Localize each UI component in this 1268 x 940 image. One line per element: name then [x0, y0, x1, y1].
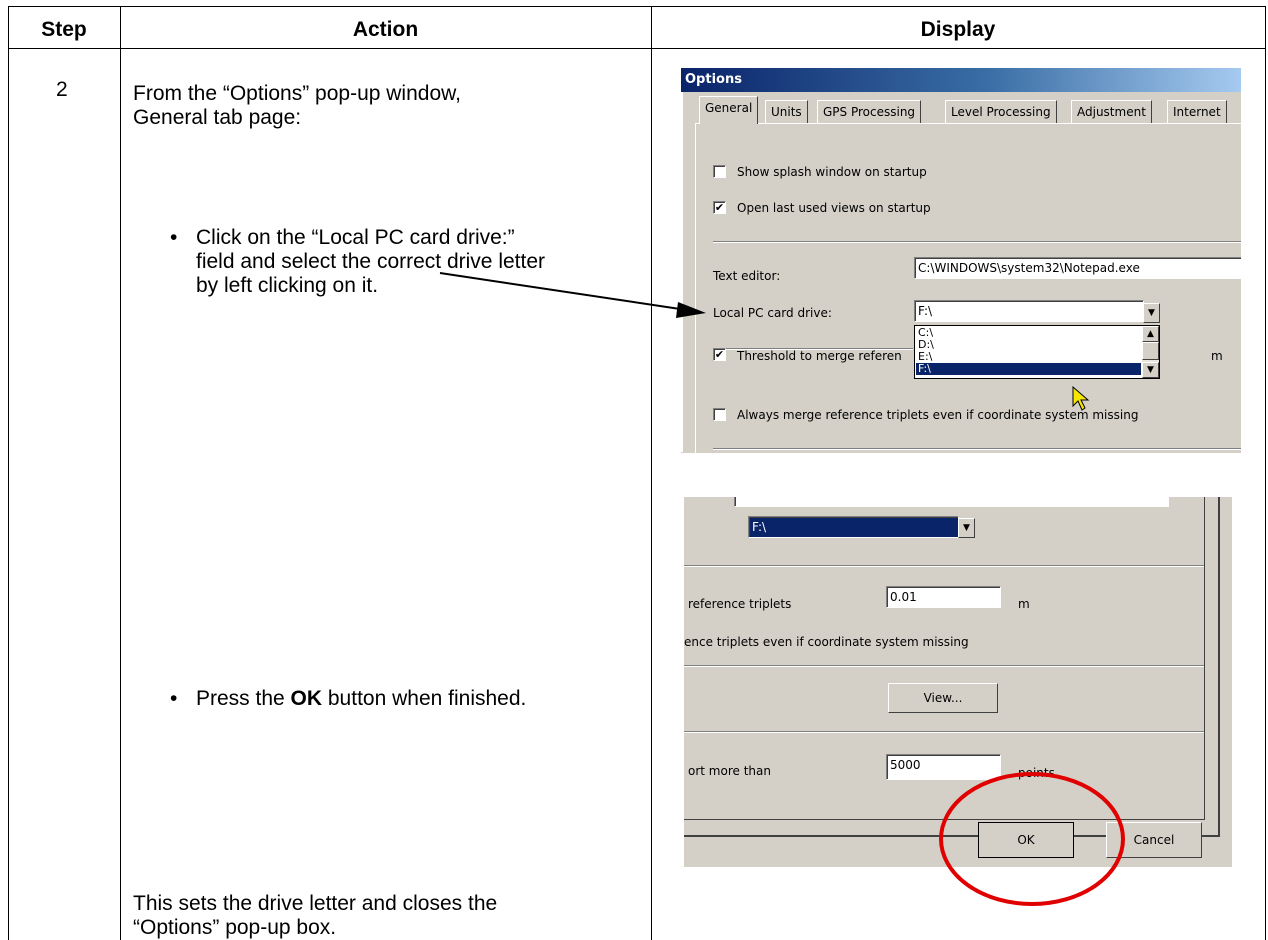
table-top-border	[8, 6, 1266, 7]
dropdown-arrow-icon[interactable]: ▼	[958, 518, 975, 538]
scroll-down-icon[interactable]: ▼	[1142, 362, 1159, 378]
report-value-field[interactable]: 5000	[886, 754, 1001, 780]
separator-2	[684, 665, 1204, 667]
drive-select-selected[interactable]: F:\	[748, 516, 959, 538]
threshold-unit: m	[1211, 349, 1223, 363]
closing-line2: “Options” pop-up box.	[133, 916, 337, 939]
table-border-right	[1265, 6, 1266, 940]
drive-option-c[interactable]: C:\	[916, 327, 1141, 339]
text-editor-field[interactable]: C:\WINDOWS\system32\Notepad.exe	[914, 257, 1241, 279]
closing-line1: This sets the drive letter and closes th…	[133, 892, 498, 915]
bullet2-suffix: button when finished.	[322, 687, 527, 710]
table-divider-action	[651, 6, 652, 940]
panel-bottom-edge	[684, 819, 1205, 820]
dialog-titlebar: Options	[681, 68, 1241, 92]
dialog-left-edge	[681, 92, 683, 452]
ok-button[interactable]: OK	[978, 822, 1074, 858]
bullet1-line1: Click on the “Local PC card drive:”	[196, 226, 515, 249]
drive-label: Local PC card drive:	[713, 306, 832, 320]
report-label: ort more than	[688, 764, 771, 778]
annotation-arrow-icon	[439, 272, 681, 310]
panel-right-edge	[1204, 497, 1205, 819]
report-unit: points	[1018, 766, 1055, 780]
tab-internet[interactable]: Internet	[1167, 100, 1227, 123]
open-last-label: Open last used views on startup	[737, 201, 931, 215]
step-number: 2	[56, 78, 68, 101]
threshold-value-field[interactable]: 0.01	[886, 586, 1001, 608]
dialog-frame-right	[1218, 497, 1220, 835]
drive-dropdown-list[interactable]: C:\ D:\ E:\ F:\ ▲ ▼	[914, 325, 1160, 379]
bullet2-text: Press the OK button when finished.	[196, 687, 526, 710]
drive-select[interactable]: F:\	[914, 300, 1144, 322]
action-intro-line1: From the “Options” pop-up window,	[133, 82, 461, 105]
tab-general[interactable]: General	[699, 96, 759, 124]
bullet2-ok-bold: OK	[290, 687, 323, 710]
table-header-divider	[8, 48, 1266, 49]
cancel-button[interactable]: Cancel	[1106, 822, 1202, 858]
threshold-unit: m	[1018, 597, 1030, 611]
scroll-up-icon[interactable]: ▲	[1142, 326, 1159, 342]
tab-gps-processing[interactable]: GPS Processing	[817, 100, 922, 123]
dropdown-scrollbar[interactable]: ▲ ▼	[1142, 326, 1159, 378]
always-merge-label: ence triplets even if coordinate system …	[684, 635, 969, 649]
open-last-checkbox[interactable]: ✔	[713, 201, 726, 214]
tab-adjustment[interactable]: Adjustment	[1071, 100, 1152, 123]
header-display: Display	[920, 18, 996, 41]
table-divider-step	[120, 6, 121, 940]
drive-option-e[interactable]: E:\	[916, 351, 1141, 363]
header-step: Step	[41, 18, 87, 41]
text-editor-field-partial	[734, 497, 1169, 507]
action-intro-line2: General tab page:	[133, 106, 302, 129]
options-dialog-bottom: F:\ ▼ reference triplets 0.01 m ence tri…	[684, 497, 1232, 867]
options-dialog-top: Options General Units GPS Processing Lev…	[681, 68, 1241, 453]
bullet-2: •	[170, 687, 178, 710]
separator-1	[713, 241, 1241, 243]
dropdown-arrow-icon[interactable]: ▼	[1143, 303, 1160, 323]
table-border-left	[8, 6, 9, 940]
drive-option-f[interactable]: F:\	[916, 363, 1141, 375]
show-splash-label: Show splash window on startup	[737, 165, 927, 179]
tab-panel-left-edge	[695, 123, 696, 453]
always-merge-checkbox[interactable]	[713, 408, 726, 421]
bullet1-line3: by left clicking on it.	[196, 274, 379, 297]
separator-1	[684, 565, 1204, 567]
text-editor-label: Text editor:	[713, 269, 781, 283]
separator-3	[713, 448, 1241, 450]
tab-level-processing[interactable]: Level Processing	[945, 100, 1057, 123]
threshold-label: reference triplets	[688, 597, 792, 611]
tab-panel-top-edge	[695, 123, 1241, 124]
bullet1-line2: field and select the correct drive lette…	[196, 250, 546, 273]
separator-3	[684, 731, 1204, 733]
drive-option-d[interactable]: D:\	[916, 339, 1141, 351]
threshold-checkbox[interactable]: ✔	[713, 348, 726, 361]
show-splash-checkbox[interactable]	[713, 165, 726, 178]
header-action: Action	[352, 18, 419, 41]
scroll-thumb[interactable]	[1142, 342, 1159, 360]
threshold-label: Threshold to merge referen	[737, 349, 902, 363]
bullet-1: •	[170, 226, 178, 249]
tab-units[interactable]: Units	[765, 100, 808, 123]
view-button[interactable]: View...	[888, 683, 998, 713]
bullet2-prefix: Press the	[196, 687, 291, 710]
mouse-pointer-icon	[1072, 386, 1090, 411]
